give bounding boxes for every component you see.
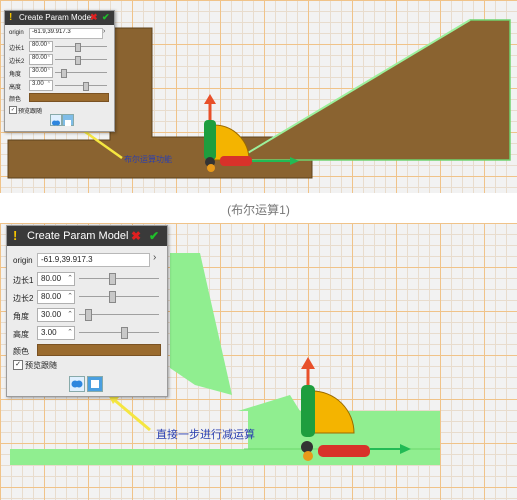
slider-thumb[interactable]: [75, 43, 81, 52]
origin-expand-icon[interactable]: ›: [103, 28, 105, 35]
origin-field[interactable]: -61.9,39.917.3: [37, 253, 150, 267]
panel-title: Create Param Model: [19, 13, 93, 22]
green-wall-model: [170, 253, 232, 395]
color-label: 颜色: [13, 347, 29, 356]
boolean-union-icon[interactable]: [50, 114, 62, 126]
row-label: 角度: [13, 312, 29, 321]
boolean-union-icon[interactable]: [69, 376, 85, 392]
row-label: 高度: [13, 330, 29, 339]
preview-checkbox[interactable]: ✓: [13, 360, 23, 370]
origin-label: origin: [13, 256, 33, 265]
annotation-label-2: 直接一步进行减运算: [156, 429, 255, 441]
spin-angle[interactable]: 30.00 ⌃: [37, 308, 75, 322]
close-icon[interactable]: ✖: [90, 12, 98, 23]
panel-title: Create Param Model: [27, 230, 129, 242]
slider-track[interactable]: [55, 59, 107, 60]
spin-angle[interactable]: 30.00 ⌃: [29, 67, 53, 78]
spin-height[interactable]: 3.00 ⌃: [29, 80, 53, 91]
preview-checkbox[interactable]: ✓: [9, 106, 17, 114]
preview-label: 预览跟随: [25, 361, 57, 370]
screenshot-1: ! Create Param Model ✖ ✔ origin -61.9,39…: [0, 0, 517, 193]
slider-thumb[interactable]: [109, 291, 116, 303]
warning-icon: !: [9, 12, 13, 23]
slider-thumb[interactable]: [61, 69, 67, 78]
origin-field[interactable]: -61.9,39.917.3: [29, 28, 103, 39]
rotate-gizmo: [311, 390, 355, 434]
slider-track[interactable]: [79, 332, 159, 333]
slider-thumb[interactable]: [75, 56, 81, 65]
warning-icon: !: [13, 228, 18, 243]
row-label: 高度: [9, 85, 22, 91]
close-icon[interactable]: ✖: [131, 229, 141, 243]
panel-titlebar: ! Create Param Model ✖ ✔: [7, 226, 167, 246]
annotation-label-1: 布尔运算功能: [124, 155, 172, 164]
slider-thumb[interactable]: [83, 82, 89, 91]
origin-label: origin: [9, 30, 24, 36]
spin-edge1[interactable]: 80.00 ⌃: [37, 272, 75, 286]
screenshot-2: ! Create Param Model ✖ ✔ origin -61.9,39…: [0, 223, 517, 500]
slider-track[interactable]: [55, 46, 107, 47]
slider-thumb[interactable]: [109, 273, 116, 285]
param-panel-1: ! Create Param Model ✖ ✔ origin -61.9,39…: [4, 10, 115, 132]
color-swatch[interactable]: [29, 93, 109, 102]
row-label: 边长1: [9, 46, 25, 52]
origin-expand-icon[interactable]: ›: [153, 252, 156, 263]
figure-caption: (布尔运算1): [227, 203, 290, 217]
spin-height[interactable]: 3.00 ⌃: [37, 326, 75, 340]
spin-edge2[interactable]: 80.00 ⌃: [29, 54, 53, 65]
rotate-gizmo: [213, 124, 250, 161]
check-icon[interactable]: ✔: [102, 12, 110, 23]
slider-track[interactable]: [79, 296, 159, 297]
boolean-subtract-icon[interactable]: [87, 376, 103, 392]
spin-edge1[interactable]: 80.00 ⌃: [29, 41, 53, 52]
slider-track[interactable]: [79, 278, 159, 279]
pointer-arrow: [111, 396, 151, 432]
color-label: 颜色: [9, 97, 22, 103]
check-icon[interactable]: ✔: [149, 229, 159, 243]
row-label: 边长2: [13, 294, 34, 303]
slider-track[interactable]: [55, 85, 107, 86]
row-label: 边长1: [13, 276, 34, 285]
panel-titlebar: ! Create Param Model ✖ ✔: [5, 11, 114, 25]
boolean-subtract-icon[interactable]: [62, 114, 74, 126]
param-panel-2: ! Create Param Model ✖ ✔ origin -61.9,39…: [6, 225, 168, 397]
row-label: 角度: [9, 72, 22, 78]
preview-label: 预览跟随: [18, 109, 43, 115]
brown-wedge-model: [233, 19, 511, 161]
slider-thumb[interactable]: [121, 327, 128, 339]
row-label: 边长2: [9, 59, 25, 65]
slider-thumb[interactable]: [85, 309, 92, 321]
color-swatch[interactable]: [37, 344, 161, 356]
green-wedge-model: [238, 395, 300, 411]
spin-edge2[interactable]: 80.00 ⌃: [37, 290, 75, 304]
